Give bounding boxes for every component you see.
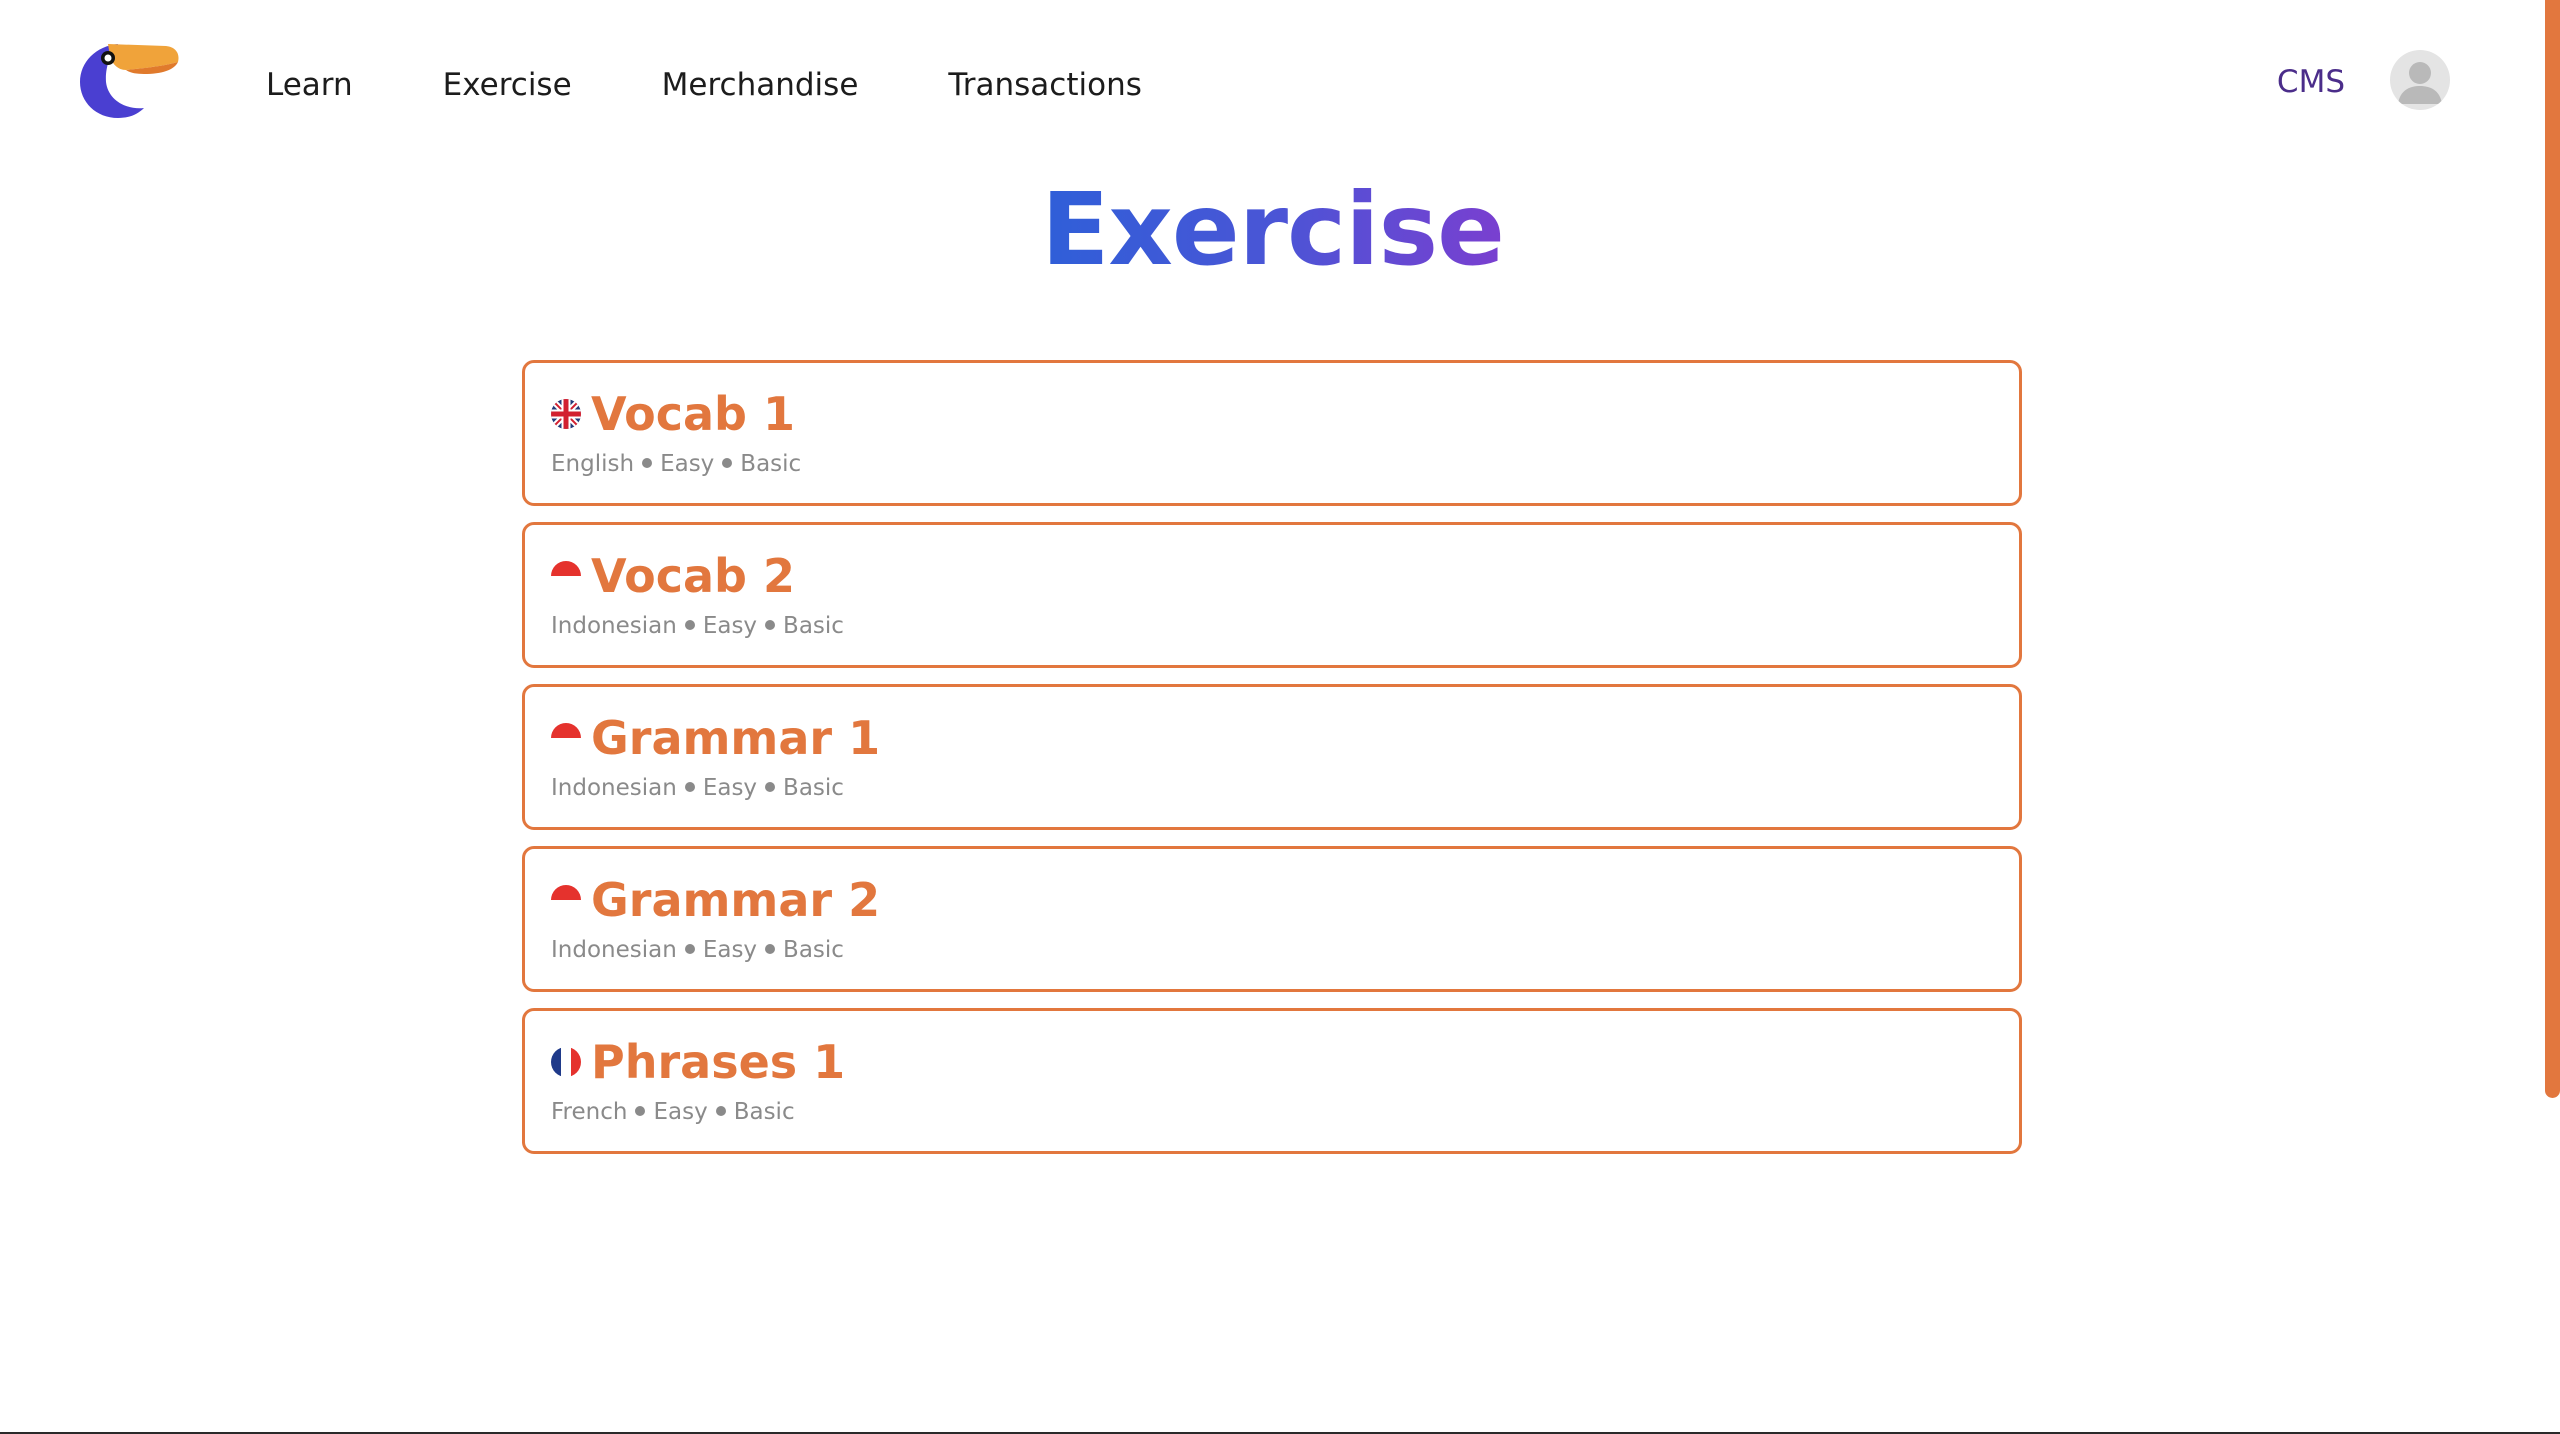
exercise-language: English bbox=[551, 451, 635, 477]
page-title-text: Exercise bbox=[1041, 171, 1505, 288]
uk-flag-icon bbox=[551, 399, 581, 429]
exercise-title: Grammar 1 bbox=[591, 711, 881, 765]
exercise-meta: Indonesian Easy Basic bbox=[551, 775, 2019, 801]
main-nav: Learn Exercise Merchandise Transactions bbox=[266, 60, 1142, 110]
top-header: Learn Exercise Merchandise Transactions … bbox=[0, 0, 2545, 170]
exercise-level: Basic bbox=[733, 1099, 795, 1125]
toucan-logo[interactable] bbox=[78, 40, 180, 120]
exercise-difficulty: Easy bbox=[702, 613, 758, 639]
separator-dot bbox=[635, 1105, 646, 1116]
exercise-level: Basic bbox=[783, 613, 844, 639]
exercise-language: Indonesian bbox=[551, 613, 677, 639]
exercise-difficulty: Easy bbox=[660, 451, 715, 477]
exercise-card-vocab-2[interactable]: Vocab 2 Indonesian Easy Basic bbox=[522, 522, 2022, 668]
separator-dot bbox=[684, 781, 695, 792]
exercise-language: French bbox=[551, 1099, 628, 1125]
indonesia-flag-icon bbox=[551, 885, 581, 915]
exercise-meta: Indonesian Easy Basic bbox=[551, 937, 2019, 963]
nav-merchandise[interactable]: Merchandise bbox=[662, 67, 859, 103]
card-title-row: Grammar 2 bbox=[551, 871, 2019, 929]
scrollbar[interactable] bbox=[2545, 0, 2560, 1432]
exercise-card-grammar-2[interactable]: Grammar 2 Indonesian Easy Basic bbox=[522, 846, 2022, 992]
indonesia-flag-icon bbox=[551, 561, 581, 591]
exercise-title: Vocab 2 bbox=[591, 549, 795, 603]
exercise-list: Vocab 1 English Easy Basic Vocab 2 Indones… bbox=[522, 360, 2022, 1170]
separator-dot bbox=[765, 619, 776, 630]
separator-dot bbox=[715, 1105, 726, 1116]
exercise-difficulty: Easy bbox=[702, 937, 758, 963]
france-flag-icon bbox=[551, 1047, 581, 1077]
exercise-level: Basic bbox=[783, 937, 844, 963]
cms-link[interactable]: CMS bbox=[2277, 64, 2345, 100]
exercise-difficulty: Easy bbox=[653, 1099, 708, 1125]
scrollbar-thumb[interactable] bbox=[2545, 0, 2560, 1098]
exercise-language: Indonesian bbox=[551, 775, 677, 801]
card-title-row: Vocab 1 bbox=[551, 385, 2019, 443]
separator-dot bbox=[765, 781, 776, 792]
exercise-title: Vocab 1 bbox=[591, 387, 795, 441]
exercise-meta: French Easy Basic bbox=[551, 1099, 2019, 1125]
separator-dot bbox=[642, 457, 653, 468]
card-title-row: Vocab 2 bbox=[551, 547, 2019, 605]
exercise-level: Basic bbox=[783, 775, 844, 801]
card-title-row: Phrases 1 bbox=[551, 1033, 2019, 1091]
exercise-difficulty: Easy bbox=[702, 775, 758, 801]
separator-dot bbox=[684, 619, 695, 630]
exercise-level: Basic bbox=[740, 451, 802, 477]
avatar[interactable] bbox=[2390, 50, 2450, 110]
nav-learn[interactable]: Learn bbox=[266, 67, 353, 103]
user-icon bbox=[2398, 62, 2442, 104]
exercise-card-phrases-1[interactable]: Phrases 1 French Easy Basic bbox=[522, 1008, 2022, 1154]
separator-dot bbox=[684, 943, 695, 954]
separator-dot bbox=[722, 457, 733, 468]
exercise-card-vocab-1[interactable]: Vocab 1 English Easy Basic bbox=[522, 360, 2022, 506]
nav-exercise[interactable]: Exercise bbox=[443, 67, 572, 103]
exercise-language: Indonesian bbox=[551, 937, 677, 963]
exercise-title: Phrases 1 bbox=[591, 1035, 846, 1089]
exercise-meta: English Easy Basic bbox=[551, 451, 2019, 477]
nav-transactions[interactable]: Transactions bbox=[948, 67, 1142, 103]
separator-dot bbox=[765, 943, 776, 954]
page-title: Exercise bbox=[0, 170, 2545, 290]
exercise-meta: Indonesian Easy Basic bbox=[551, 613, 2019, 639]
exercise-title: Grammar 2 bbox=[591, 873, 881, 927]
indonesia-flag-icon bbox=[551, 723, 581, 753]
exercise-card-grammar-1[interactable]: Grammar 1 Indonesian Easy Basic bbox=[522, 684, 2022, 830]
card-title-row: Grammar 1 bbox=[551, 709, 2019, 767]
